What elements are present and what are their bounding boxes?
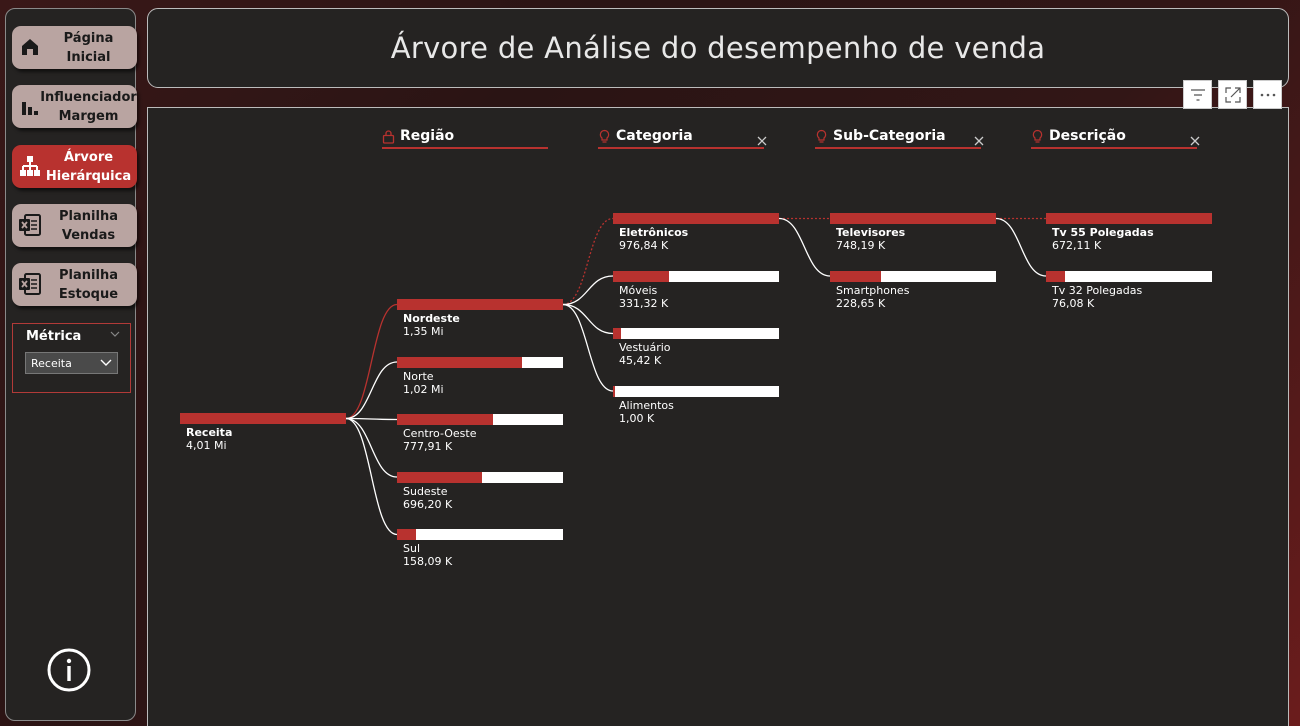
bar-fill: [613, 270, 669, 282]
node-value: 777,91 K: [403, 440, 453, 453]
bar-fill: [397, 299, 563, 310]
node-value: 228,65 K: [836, 296, 886, 310]
bar-fill: [180, 413, 346, 424]
bar-background: [613, 385, 779, 397]
bar-fill: [613, 213, 779, 224]
level-label: Descrição: [1049, 128, 1126, 144]
tree-node[interactable]: Vestuário 45,42 K: [613, 328, 780, 374]
node-name: Norte: [403, 369, 434, 383]
bar-background: [397, 529, 563, 540]
node-value: 748,19 K: [836, 239, 886, 252]
node-value: 1,02 Mi: [403, 382, 444, 396]
node-name: Smartphones: [836, 283, 910, 297]
bar-fill: [397, 471, 482, 483]
tree-node[interactable]: Sul 158,09 K: [397, 529, 564, 575]
node-name: Sul: [403, 542, 421, 555]
close-icon[interactable]: [974, 131, 984, 146]
node-value: 1,35 Mi: [403, 325, 444, 338]
bar-fill: [397, 529, 416, 540]
tree-node[interactable]: Smartphones 228,65 K: [830, 270, 997, 317]
node-name: Alimentos: [619, 398, 674, 412]
node-value: 976,84 K: [619, 239, 669, 252]
level-header-1[interactable]: Região: [382, 127, 548, 149]
tree-link-selected: [345, 303, 398, 420]
tree-node[interactable]: Receita 4,01 Mi: [180, 413, 347, 459]
node-value: 331,32 K: [619, 296, 669, 310]
tree-node[interactable]: Televisores 748,19 K: [830, 213, 997, 259]
node-name: Nordeste: [403, 312, 460, 325]
tree-link: [562, 303, 614, 335]
tree-link: [345, 417, 398, 421]
bar-fill: [613, 385, 615, 397]
node-name: Eletrônicos: [619, 226, 689, 239]
node-name: Móveis: [619, 283, 658, 297]
tree-node[interactable]: Móveis 331,32 K: [613, 270, 780, 317]
node-value: 4,01 Mi: [186, 439, 227, 452]
tree-link: [345, 361, 398, 420]
tree-link-selected: [562, 217, 614, 306]
lock-icon: [382, 129, 395, 144]
lightbulb-icon: [598, 129, 611, 144]
tree-node[interactable]: Sudeste 696,20 K: [397, 471, 564, 518]
tree-node[interactable]: Tv 32 Polegadas 76,08 K: [1046, 270, 1213, 317]
tree-link: [562, 275, 614, 306]
bar-background: [1046, 270, 1212, 282]
node-value: 45,42 K: [619, 354, 662, 367]
node-value: 696,20 K: [403, 497, 453, 511]
node-name: Tv 32 Polegadas: [1052, 283, 1143, 297]
node-value: 158,09 K: [403, 555, 453, 568]
node-name: Receita: [186, 426, 233, 439]
node-value: 672,11 K: [1052, 239, 1102, 252]
tree-link: [345, 417, 398, 478]
bar-background: [613, 328, 779, 339]
level-label: Região: [400, 128, 455, 144]
tree-node[interactable]: Centro-Oeste 777,91 K: [397, 414, 564, 460]
tree-link: [562, 303, 614, 392]
tree-node[interactable]: Eletrônicos 976,84 K: [613, 213, 780, 259]
tree-link: [778, 217, 831, 277]
bar-fill: [830, 270, 881, 282]
node-name: Sudeste: [403, 484, 448, 498]
tree-node[interactable]: Norte 1,02 Mi: [397, 356, 564, 403]
node-name: Televisores: [836, 226, 906, 239]
level-header-2[interactable]: Categoria: [598, 127, 767, 149]
close-icon[interactable]: [1190, 131, 1200, 146]
bar-fill: [397, 414, 493, 425]
close-icon[interactable]: [757, 131, 767, 146]
tree-node[interactable]: Tv 55 Polegadas 672,11 K: [1046, 213, 1213, 259]
node-name: Centro-Oeste: [403, 427, 477, 440]
bar-fill: [1046, 270, 1065, 282]
level-label: Sub-Categoria: [833, 128, 946, 144]
node-name: Tv 55 Polegadas: [1052, 226, 1154, 239]
bar-fill: [613, 328, 621, 339]
tree-node[interactable]: Alimentos 1,00 K: [613, 385, 780, 432]
level-header-4[interactable]: Descrição: [1031, 127, 1200, 149]
bar-fill: [1046, 213, 1212, 224]
tree-node[interactable]: Nordeste 1,35 Mi: [397, 299, 564, 345]
lightbulb-icon: [815, 129, 828, 144]
node-value: 1,00 K: [619, 411, 655, 425]
tree-link: [345, 417, 398, 536]
node-value: 76,08 K: [1052, 296, 1095, 310]
tree-link: [995, 217, 1047, 277]
node-name: Vestuário: [619, 341, 671, 354]
bar-fill: [397, 356, 522, 368]
level-label: Categoria: [616, 128, 693, 144]
lightbulb-icon: [1031, 129, 1044, 144]
level-header-3[interactable]: Sub-Categoria: [815, 127, 984, 149]
bar-fill: [830, 213, 996, 224]
